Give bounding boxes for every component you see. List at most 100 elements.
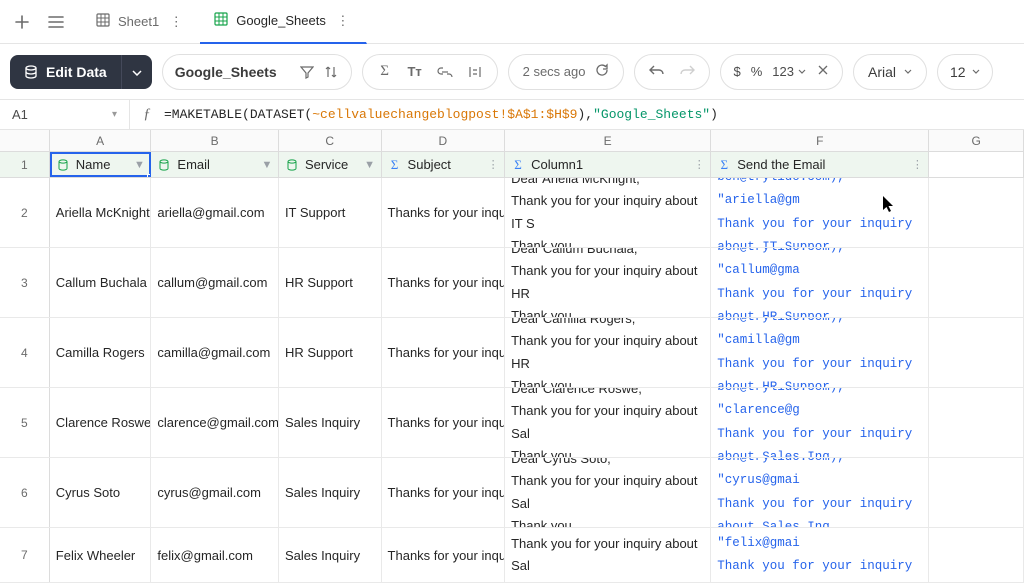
formula-input[interactable]: =MAKETABLE(DATASET(~cellvaluechangeblogp… bbox=[164, 107, 718, 122]
header-cell-g[interactable] bbox=[929, 152, 1024, 177]
cell-email[interactable]: cyrus@gmail.com bbox=[151, 458, 279, 527]
refresh-icon[interactable] bbox=[595, 63, 609, 80]
column-header-g[interactable]: G bbox=[929, 130, 1024, 151]
cell-empty[interactable] bbox=[929, 528, 1024, 582]
font-size-dropdown[interactable]: 12 bbox=[937, 54, 993, 90]
cell-body[interactable]: Dear Felix Wheeler,Thank you for your in… bbox=[505, 528, 711, 582]
row-gutter[interactable]: 4 bbox=[0, 318, 50, 387]
text-format-icon[interactable]: Tт bbox=[407, 64, 423, 80]
cell-reference-box[interactable]: A1 ▾ bbox=[0, 100, 130, 129]
percent-icon[interactable]: % bbox=[751, 64, 763, 79]
column-header-c[interactable]: C bbox=[279, 130, 382, 151]
cell-body[interactable]: Dear Callum Buchala,Thank you for your i… bbox=[505, 248, 711, 317]
row-gutter[interactable]: 7 bbox=[0, 528, 50, 582]
header-cell-service[interactable]: Service ▼ bbox=[279, 152, 382, 177]
row-gutter[interactable]: 6 bbox=[0, 458, 50, 527]
source-pill[interactable]: Google_Sheets bbox=[162, 54, 352, 90]
cell-email[interactable]: ariella@gmail.com bbox=[151, 178, 279, 247]
cell-formula[interactable]: SENDGMAIL([] ben@trylido.com), "felix@gm… bbox=[711, 528, 929, 582]
cell-name[interactable]: Camilla Rogers bbox=[50, 318, 152, 387]
cell-subject[interactable]: Thanks for your inqui bbox=[382, 388, 506, 457]
column-header-f[interactable]: F bbox=[711, 130, 929, 151]
tab-sheet1[interactable]: Sheet1 ⋮ bbox=[82, 0, 200, 44]
redo-icon[interactable] bbox=[679, 64, 695, 79]
cell-subject[interactable]: Thanks for your inqui bbox=[382, 458, 506, 527]
sort-icon[interactable] bbox=[323, 64, 339, 80]
tab-options-icon[interactable]: ⋮ bbox=[167, 14, 185, 30]
cell-subject[interactable]: Thanks for your inqui bbox=[382, 528, 506, 582]
cell-subject[interactable]: Thanks for your inqui bbox=[382, 318, 506, 387]
font-family-dropdown[interactable]: Arial bbox=[853, 54, 927, 90]
chevron-down-icon: ▾ bbox=[112, 109, 117, 120]
cell-name[interactable]: Felix Wheeler bbox=[50, 528, 152, 582]
cell-body[interactable]: Dear Ariella McKnight,Thank you for your… bbox=[505, 178, 711, 247]
cell-service[interactable]: Sales Inquiry bbox=[279, 388, 382, 457]
cell-body[interactable]: Dear Camilla Rogers,Thank you for your i… bbox=[505, 318, 711, 387]
row-gutter[interactable]: 1 bbox=[0, 152, 50, 177]
filter-icon[interactable]: ▼ bbox=[132, 159, 146, 171]
cell-empty[interactable] bbox=[929, 248, 1024, 317]
row-gutter[interactable]: 2 bbox=[0, 178, 50, 247]
strikethrough-icon[interactable] bbox=[816, 63, 830, 80]
currency-icon[interactable]: $ bbox=[733, 64, 740, 79]
sigma-icon[interactable]: Σ bbox=[377, 64, 393, 80]
cell-name[interactable]: Clarence Roswe bbox=[50, 388, 152, 457]
cell-subject[interactable]: Thanks for your inqui bbox=[382, 178, 506, 247]
cell-email[interactable]: camilla@gmail.com bbox=[151, 318, 279, 387]
column-header-d[interactable]: D bbox=[382, 130, 506, 151]
cell-formula[interactable]: SENDGMAIL([] ben@trylido.com), "ariella@… bbox=[711, 178, 929, 247]
column-header-a[interactable]: A bbox=[50, 130, 152, 151]
chevron-down-icon bbox=[132, 70, 142, 76]
cell-service[interactable]: IT Support bbox=[279, 178, 382, 247]
cell-service[interactable]: HR Support bbox=[279, 318, 382, 387]
add-tab-button[interactable] bbox=[8, 8, 36, 36]
tab-label: Sheet1 bbox=[118, 14, 159, 29]
edit-data-dropdown[interactable] bbox=[121, 55, 152, 89]
tab-options-icon[interactable]: ⋮ bbox=[334, 13, 352, 29]
tab-google-sheets[interactable]: Google_Sheets ⋮ bbox=[200, 0, 367, 44]
header-cell-column1[interactable]: Σ Column1 ⋮ bbox=[505, 152, 711, 177]
column-options-icon[interactable]: ⋮ bbox=[486, 158, 500, 171]
row-gutter[interactable]: 5 bbox=[0, 388, 50, 457]
cell-empty[interactable] bbox=[929, 458, 1024, 527]
filter-icon[interactable]: ▼ bbox=[260, 159, 274, 171]
cell-formula[interactable]: SENDGMAIL([] ben@trylido.com), "callum@g… bbox=[711, 248, 929, 317]
cell-name[interactable]: Callum Buchala bbox=[50, 248, 152, 317]
cell-name[interactable]: Ariella McKnight bbox=[50, 178, 152, 247]
header-cell-send-email[interactable]: Σ Send the Email ⋮ bbox=[711, 152, 929, 177]
row-gutter[interactable]: 3 bbox=[0, 248, 50, 317]
cell-service[interactable]: Sales Inquiry bbox=[279, 458, 382, 527]
tabs-menu-button[interactable] bbox=[42, 8, 70, 36]
cell-service[interactable]: HR Support bbox=[279, 248, 382, 317]
header-cell-subject[interactable]: Σ Subject ⋮ bbox=[382, 152, 506, 177]
cell-formula[interactable]: SENDGMAIL([] ben@trylido.com), "camilla@… bbox=[711, 318, 929, 387]
column-options-icon[interactable]: ⋮ bbox=[692, 158, 706, 171]
undo-icon[interactable] bbox=[649, 64, 665, 79]
column-header-b[interactable]: B bbox=[151, 130, 279, 151]
filter-icon[interactable] bbox=[299, 64, 315, 80]
cell-email[interactable]: callum@gmail.com bbox=[151, 248, 279, 317]
column-options-icon[interactable]: ⋮ bbox=[910, 158, 924, 171]
cell-email[interactable]: clarence@gmail.com bbox=[151, 388, 279, 457]
cell-empty[interactable] bbox=[929, 318, 1024, 387]
timestamp-label: 2 secs ago bbox=[523, 64, 586, 79]
cell-empty[interactable] bbox=[929, 178, 1024, 247]
header-cell-name[interactable]: Name ▼ bbox=[50, 152, 152, 177]
header-cell-email[interactable]: Email ▼ bbox=[151, 152, 279, 177]
cell-formula[interactable]: SENDGMAIL([] ben@trylido.com), "cyrus@gm… bbox=[711, 458, 929, 527]
cell-service[interactable]: Sales Inquiry bbox=[279, 528, 382, 582]
cell-subject[interactable]: Thanks for your inqui bbox=[382, 248, 506, 317]
split-icon[interactable] bbox=[467, 64, 483, 80]
column-header-e[interactable]: E bbox=[505, 130, 711, 151]
number-format-dropdown[interactable]: 123 bbox=[772, 64, 806, 79]
cell-body[interactable]: Dear Cyrus Soto,Thank you for your inqui… bbox=[505, 458, 711, 527]
filter-icon[interactable]: ▼ bbox=[363, 159, 377, 171]
cell-empty[interactable] bbox=[929, 388, 1024, 457]
select-all-corner[interactable] bbox=[0, 130, 50, 151]
cell-email[interactable]: felix@gmail.com bbox=[151, 528, 279, 582]
cell-name[interactable]: Cyrus Soto bbox=[50, 458, 152, 527]
edit-data-button[interactable]: Edit Data bbox=[10, 55, 121, 89]
link-icon[interactable] bbox=[437, 64, 453, 80]
cell-formula[interactable]: SENDGMAIL([] ben@trylido.com), "clarence… bbox=[711, 388, 929, 457]
cell-body[interactable]: Dear Clarence Roswe,Thank you for your i… bbox=[505, 388, 711, 457]
